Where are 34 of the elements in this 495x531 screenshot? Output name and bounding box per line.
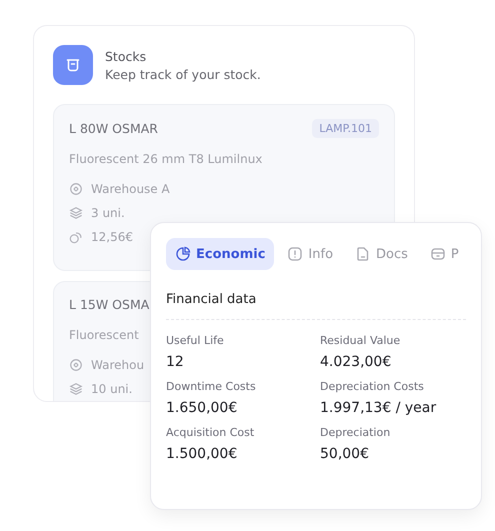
tab[interactable]: Economic bbox=[166, 238, 274, 270]
panel-subtitle: Keep track of your stock. bbox=[105, 66, 261, 82]
field-value: 4.023,00€ bbox=[320, 354, 392, 370]
quantity-text: 10 uni. bbox=[91, 382, 132, 396]
location-icon bbox=[69, 358, 83, 372]
field-value: 1.650,00€ bbox=[166, 400, 238, 416]
product-description: Fluorescent 26 mm T8 Lumilnux bbox=[69, 152, 262, 167]
panel-title: Stocks bbox=[105, 48, 148, 64]
field-label: Residual Value bbox=[320, 334, 402, 347]
warehouse-text: Warehou bbox=[91, 358, 144, 372]
price-text: 12,56€ bbox=[91, 230, 133, 244]
product-description: Fluorescent bbox=[69, 328, 139, 343]
layers-icon bbox=[69, 382, 83, 396]
field-label: Acquisition Cost bbox=[166, 426, 256, 439]
alert-icon bbox=[287, 246, 304, 262]
field-value: 1.500,00€ bbox=[166, 446, 238, 462]
tab[interactable]: P bbox=[420, 238, 468, 270]
product-name: L 15W OSMA bbox=[69, 296, 150, 314]
field-value: 12 bbox=[166, 354, 185, 370]
layers-icon bbox=[69, 206, 83, 220]
product-name: L 80W OSMAR bbox=[69, 120, 158, 138]
field-label: Downtime Costs bbox=[166, 380, 257, 393]
tab[interactable]: Info bbox=[278, 238, 342, 270]
product-code: LAMP.101 bbox=[312, 119, 379, 138]
field-label: Depreciation bbox=[320, 426, 392, 439]
location-icon bbox=[69, 182, 83, 196]
pie-chart-icon bbox=[175, 246, 191, 262]
quantity-text: 3 uni. bbox=[91, 206, 125, 220]
field-value: 1.997,13€ / year bbox=[320, 400, 438, 416]
field-value: 50,00€ bbox=[320, 446, 370, 462]
section-title: Financial data bbox=[166, 270, 466, 320]
field-label: Depreciation Costs bbox=[320, 380, 425, 393]
warehouse-text: Warehouse A bbox=[91, 182, 170, 196]
field-label: Useful Life bbox=[166, 334, 225, 347]
